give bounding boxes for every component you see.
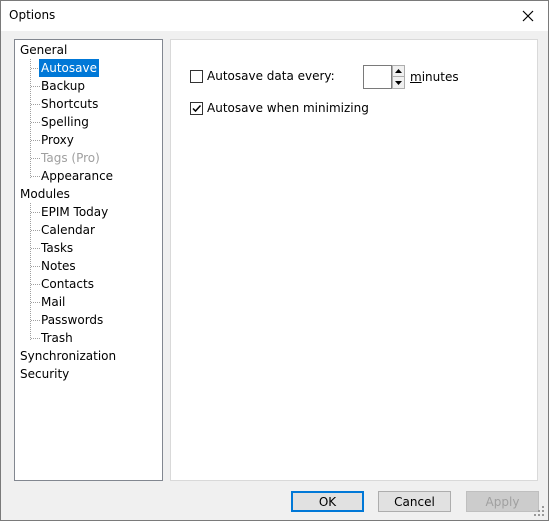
tree-item-synchronization[interactable]: Synchronization — [20, 347, 116, 365]
tree-item-notes[interactable]: Notes — [39, 257, 78, 275]
tree-item-calendar[interactable]: Calendar — [39, 221, 97, 239]
window-title: Options — [9, 8, 56, 22]
autosave-panel: Autosave data every: minutes Autosave wh… — [170, 39, 538, 481]
tree-item-proxy[interactable]: Proxy — [39, 131, 76, 149]
autosave-minimize-label[interactable]: Autosave when minimizing — [207, 101, 369, 115]
minutes-label-accelerator: m — [410, 70, 422, 84]
autosave-every-label[interactable]: Autosave data every: — [207, 69, 335, 83]
spin-down-button[interactable] — [393, 77, 404, 88]
autosave-minutes-input[interactable] — [363, 65, 392, 89]
autosave-every-checkbox[interactable] — [190, 70, 203, 83]
tree-item-epim-today[interactable]: EPIM Today — [39, 203, 110, 221]
autosave-minutes-spinner — [392, 65, 405, 89]
tree-item-passwords[interactable]: Passwords — [39, 311, 105, 329]
tree-item-mail[interactable]: Mail — [39, 293, 67, 311]
options-dialog: Options General Autosave Backup Shortcut… — [0, 0, 549, 521]
tree-item-modules[interactable]: Modules — [20, 185, 70, 203]
title-bar: Options — [1, 1, 548, 31]
resize-grip-icon[interactable] — [534, 506, 545, 517]
tree-item-trash[interactable]: Trash — [39, 329, 75, 347]
options-tree[interactable]: General Autosave Backup Shortcuts Spelli… — [14, 39, 163, 481]
tree-item-general[interactable]: General — [20, 41, 67, 59]
arrow-up-icon — [395, 69, 402, 73]
tree-item-appearance[interactable]: Appearance — [39, 167, 115, 185]
checkmark-icon — [192, 104, 202, 113]
tree-item-tasks[interactable]: Tasks — [39, 239, 75, 257]
tree-item-security[interactable]: Security — [20, 365, 69, 383]
tree-item-tags-pro: Tags (Pro) — [41, 151, 100, 165]
tree-item-contacts[interactable]: Contacts — [39, 275, 96, 293]
arrow-down-icon — [395, 80, 402, 85]
apply-button: Apply — [466, 491, 539, 512]
cancel-button[interactable]: Cancel — [378, 491, 451, 512]
minutes-label-rest: inutes — [421, 70, 459, 84]
tree-item-spelling[interactable]: Spelling — [39, 113, 91, 131]
tree-item-shortcuts[interactable]: Shortcuts — [39, 95, 100, 113]
minutes-label: minutes — [410, 70, 459, 84]
ok-button[interactable]: OK — [291, 491, 364, 512]
close-icon — [522, 10, 534, 22]
tree-item-autosave[interactable]: Autosave — [39, 59, 99, 77]
autosave-minimize-checkbox[interactable] — [190, 102, 203, 115]
spin-up-button[interactable] — [393, 66, 404, 77]
tree-item-backup[interactable]: Backup — [39, 77, 87, 95]
close-button[interactable] — [508, 1, 548, 31]
